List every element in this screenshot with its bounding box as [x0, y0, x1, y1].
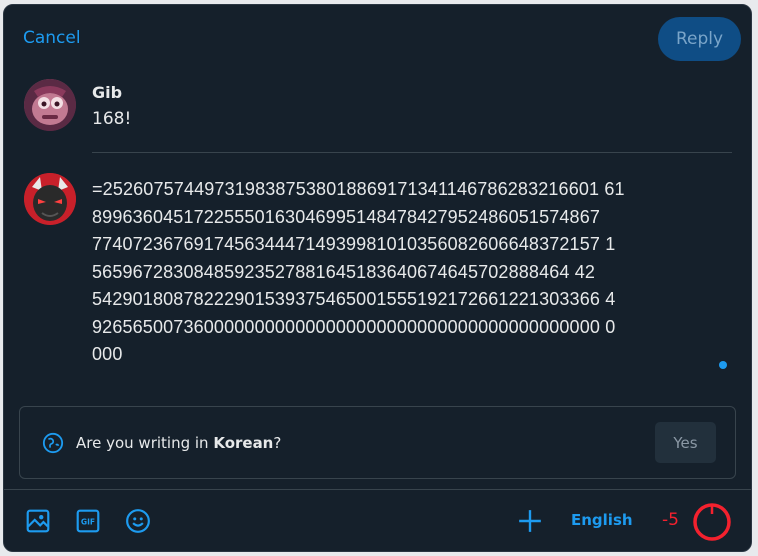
globe-icon	[42, 432, 64, 454]
original-author-avatar	[24, 79, 76, 131]
gif-icon[interactable]: GIF	[75, 508, 101, 534]
progress-ring-icon	[693, 503, 731, 541]
compose-line: 000	[92, 344, 123, 364]
language-prompt-suffix: ?	[273, 434, 282, 452]
language-suggestion: Are you writing in Korean? Yes	[19, 406, 736, 479]
user-avatar	[24, 173, 76, 225]
language-selector[interactable]: English	[571, 511, 633, 529]
language-prompt-prefix: Are you writing in	[76, 434, 214, 452]
emoji-icon[interactable]	[125, 508, 151, 534]
reply-dialog: Cancel Reply Gib 168! =25260757449731983…	[3, 4, 752, 552]
toolbar-divider	[4, 489, 751, 490]
svg-text:GIF: GIF	[81, 517, 95, 526]
original-post-text: 168!	[92, 109, 132, 129]
compose-line: 8996360451722555016304699514847842795248…	[92, 206, 601, 227]
reply-button[interactable]: Reply	[658, 17, 741, 61]
unsaved-indicator	[719, 361, 727, 369]
compose-line: 5659672830848592352788164518364067464570…	[92, 261, 596, 282]
compose-line: 5429018087822290153937546500155519217266…	[92, 289, 616, 309]
compose-line: =252607574497319838753801886917134114678…	[92, 179, 625, 199]
thread-divider	[92, 152, 732, 153]
cancel-button[interactable]: Cancel	[23, 28, 81, 48]
plus-icon[interactable]	[517, 508, 543, 534]
original-author-name: Gib	[92, 83, 123, 102]
compose-line: 9265650073600000000000000000000000000000…	[92, 316, 616, 337]
yes-button[interactable]: Yes	[655, 422, 716, 463]
compose-line: 7740723676917456344471493998101035608260…	[92, 234, 616, 254]
image-icon[interactable]	[25, 508, 51, 534]
character-counter: -5	[662, 510, 679, 530]
detected-language: Korean	[213, 434, 274, 452]
language-prompt: Are you writing in Korean?	[76, 434, 281, 452]
compose-textarea[interactable]: =252607574497319838753801886917134114678…	[92, 176, 732, 369]
